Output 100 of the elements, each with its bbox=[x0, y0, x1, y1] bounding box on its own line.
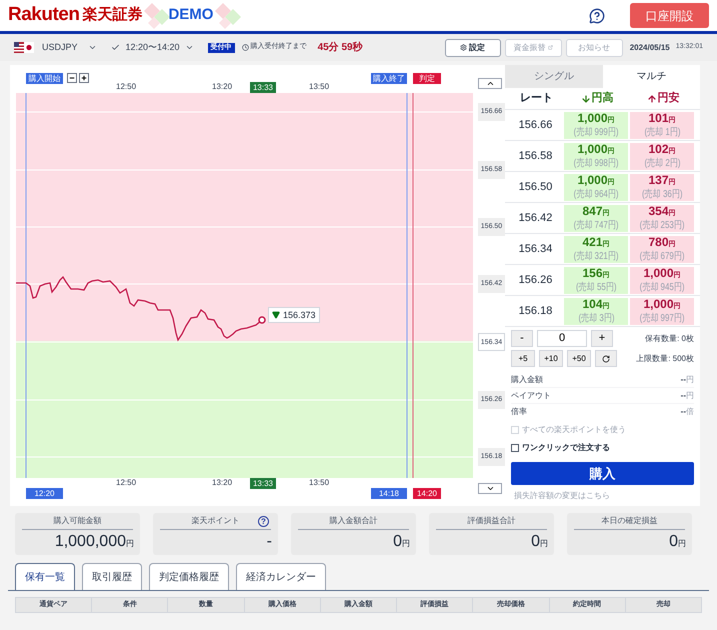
toolbar-button[interactable]: 設定 bbox=[444, 38, 501, 56]
sell-price: (売却 55円) bbox=[576, 282, 616, 293]
sell-price: (売却 3円) bbox=[578, 313, 614, 324]
reset-button[interactable] bbox=[595, 350, 617, 367]
rate-cell-text: 156.34 bbox=[518, 242, 554, 257]
judge-label: 判定 bbox=[413, 73, 441, 84]
zoom-out-button[interactable]: − bbox=[67, 73, 77, 83]
check-icon bbox=[110, 43, 120, 52]
sell-price: (売却 36円) bbox=[642, 189, 682, 200]
tab[interactable]: 判定価格履歴 bbox=[149, 563, 229, 590]
end-time-badge: 14:18 bbox=[371, 488, 407, 499]
quantity-limit: 上限数量: 500枚 bbox=[636, 352, 694, 364]
rate-cell-text: 156.58 bbox=[518, 148, 554, 164]
card-value: 0円 bbox=[392, 532, 410, 552]
rate-cell-text: 156.26 bbox=[518, 272, 554, 288]
tab[interactable]: 取引履歴 bbox=[82, 563, 142, 590]
decrease-button[interactable]: - bbox=[511, 330, 533, 347]
chevron-down-icon bbox=[486, 484, 494, 493]
panel-tab[interactable]: シングル bbox=[505, 65, 602, 88]
current-time-badge: 13:33 bbox=[250, 82, 276, 93]
card-label: 評価損益合計 bbox=[468, 515, 516, 527]
start-label: 購入開始 bbox=[26, 73, 63, 84]
sell-price: (売却 679円) bbox=[640, 251, 684, 262]
card-value: 0円 bbox=[668, 532, 686, 552]
price-label: 156.373 bbox=[268, 307, 320, 323]
rate-cell-text: 156.50 bbox=[518, 180, 554, 195]
time-tick: 13:50 bbox=[309, 82, 330, 92]
sell-price: (売却 997円) bbox=[640, 313, 684, 324]
sell-price: (売却 747円) bbox=[574, 220, 618, 231]
end-label: 購入終了 bbox=[371, 73, 407, 84]
rate-cell-text: 156.66 bbox=[518, 118, 554, 133]
scroll-up-button[interactable] bbox=[478, 78, 502, 89]
arrow-down-icon bbox=[580, 94, 590, 104]
increase-button[interactable]: + bbox=[591, 330, 613, 347]
sell-price: (売却 1円) bbox=[644, 127, 680, 138]
column-header: 円高 bbox=[564, 90, 630, 107]
session-time[interactable]: 12:20〜14:20 bbox=[126, 40, 180, 54]
logo-japanese: 楽天証券 bbox=[82, 5, 142, 26]
card-label: 購入金額合計 bbox=[330, 515, 378, 527]
column-header: 円安 bbox=[630, 90, 696, 107]
card-label: 本日の確定損益 bbox=[602, 515, 658, 527]
help-icon[interactable]: ? bbox=[258, 516, 269, 527]
checkbox[interactable] bbox=[511, 444, 519, 452]
external-link-icon bbox=[548, 44, 553, 51]
summary-value: --円 bbox=[680, 374, 694, 386]
buy-button[interactable]: 購入 bbox=[511, 462, 694, 485]
rate-cell-text: 156.42 bbox=[518, 210, 554, 226]
time-tick: 13:20 bbox=[212, 82, 232, 92]
refresh-icon bbox=[602, 354, 610, 362]
step-button[interactable]: +50 bbox=[567, 350, 591, 367]
summary-value: --倍 bbox=[680, 406, 694, 418]
time-tick: 13:50 bbox=[309, 478, 330, 488]
zoom-in-button[interactable]: + bbox=[79, 73, 89, 83]
sell-price: (売却 945円) bbox=[640, 282, 684, 293]
quantity-field[interactable]: 0 bbox=[537, 330, 587, 347]
summary-label: 倍率 bbox=[511, 406, 527, 418]
card-label: 楽天ポイント bbox=[192, 515, 240, 527]
card-value: - bbox=[266, 532, 272, 552]
currency-pair[interactable]: USDJPY bbox=[42, 40, 78, 54]
current-time-badge: 13:33 bbox=[250, 478, 276, 489]
demo-label: DEMO bbox=[168, 5, 214, 26]
sell-price: (売却 2円) bbox=[644, 158, 680, 169]
sell-price: (売却 321円) bbox=[574, 251, 618, 262]
sell-price: (売却 964円) bbox=[574, 189, 618, 200]
chevron-up-icon bbox=[486, 79, 494, 88]
clock-icon bbox=[242, 44, 249, 51]
tab[interactable]: 経済カレンダー bbox=[236, 563, 326, 590]
scroll-down-button[interactable] bbox=[478, 483, 502, 494]
sell-price: (売却 253円) bbox=[640, 220, 684, 231]
time-tick: 12:50 bbox=[116, 478, 136, 488]
dropdown-icon[interactable] bbox=[184, 43, 194, 52]
column-header: レート bbox=[519, 91, 554, 106]
down-triangle-icon bbox=[272, 311, 280, 319]
held-quantity: 保有数量: 0枚 bbox=[645, 332, 694, 344]
arrow-up-icon bbox=[646, 94, 656, 104]
date: 2024/05/15 bbox=[630, 42, 670, 54]
open-account-button[interactable]: 口座開設 bbox=[630, 3, 709, 28]
step-button[interactable]: +5 bbox=[511, 350, 535, 367]
flag-icon bbox=[14, 42, 34, 53]
summary-label: 購入金額 bbox=[511, 374, 543, 386]
help-chat-icon[interactable] bbox=[589, 8, 605, 24]
countdown: 45分 59秒 bbox=[318, 40, 363, 55]
time-tick: 13:20 bbox=[212, 478, 232, 488]
gear-icon bbox=[460, 44, 468, 51]
rate-cell-text: 156.18 bbox=[518, 304, 554, 319]
checkbox-label: すべての楽天ポイントを使う bbox=[522, 424, 626, 436]
dropdown-icon[interactable] bbox=[88, 43, 97, 52]
summary-label: ペイアウト bbox=[511, 390, 551, 402]
logo-text: Rakuten bbox=[8, 3, 80, 28]
step-button[interactable]: +10 bbox=[539, 350, 563, 367]
time-tick: 12:50 bbox=[116, 82, 136, 92]
sell-price: (売却 999円) bbox=[574, 127, 618, 138]
checkbox-label: ワンクリックで注文する bbox=[522, 442, 610, 454]
summary-value: --円 bbox=[680, 390, 694, 402]
start-time-badge: 12:20 bbox=[26, 488, 63, 499]
judge-time-badge: 14:20 bbox=[413, 488, 441, 499]
card-value: 1,000,000円 bbox=[54, 532, 134, 552]
card-value: 0円 bbox=[530, 532, 548, 552]
tab[interactable]: 保有一覧 bbox=[15, 563, 75, 590]
card-label: 購入可能金額 bbox=[54, 515, 102, 527]
